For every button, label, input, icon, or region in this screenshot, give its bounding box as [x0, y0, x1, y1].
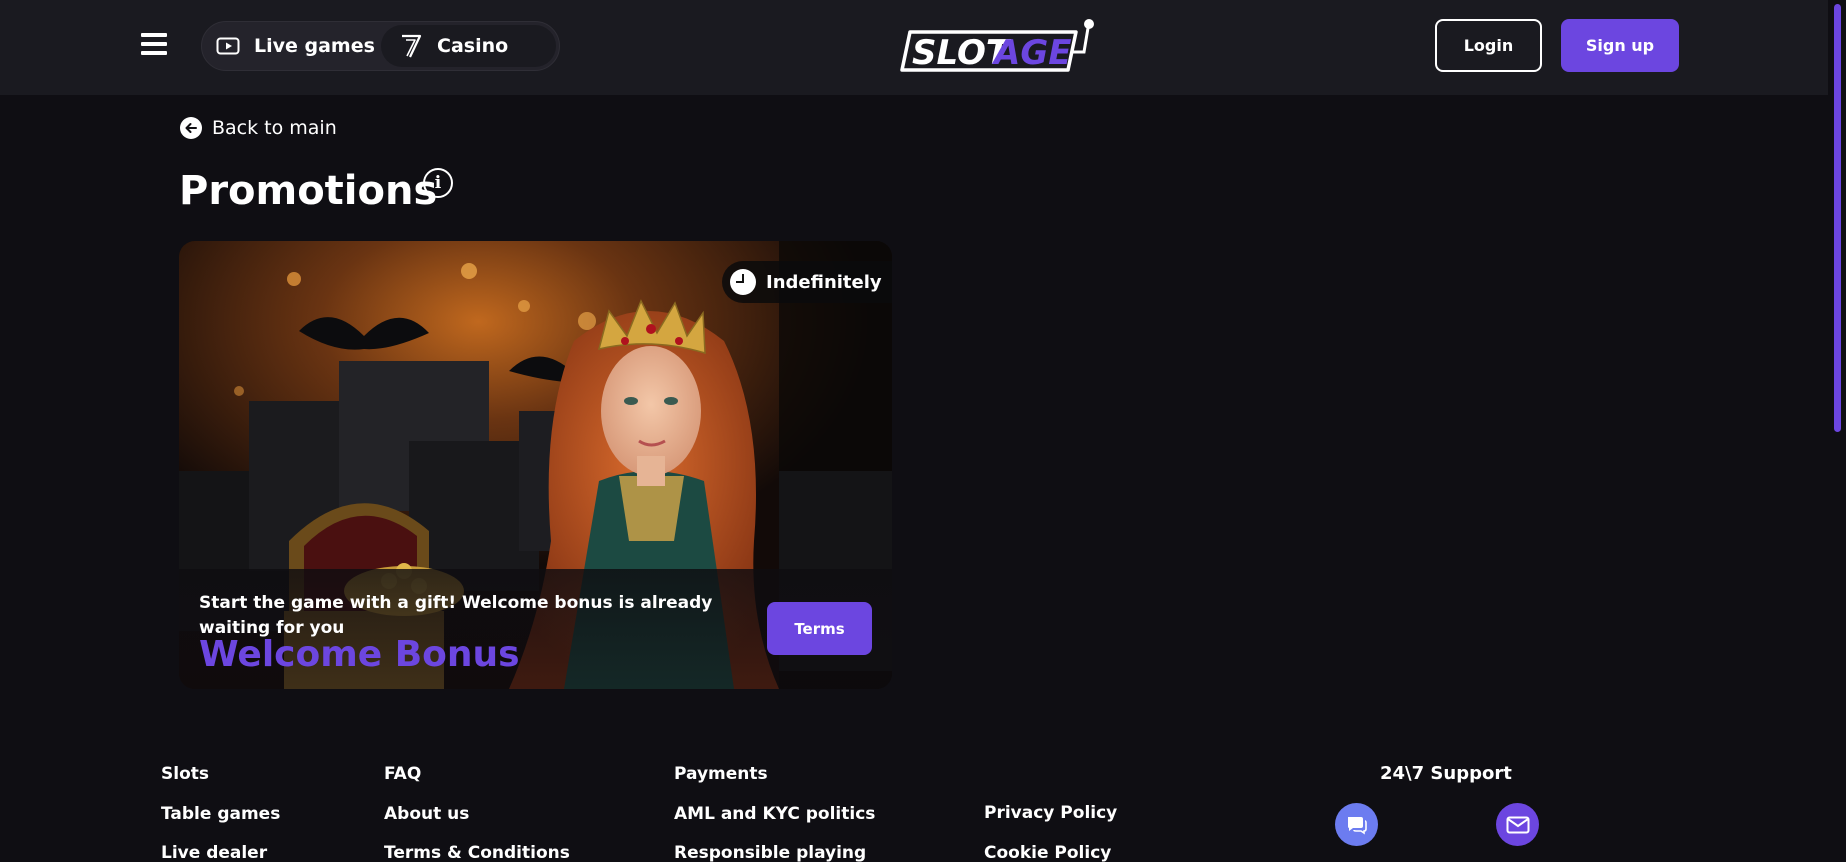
top-header: Live games Casino SLOT AGE Login Sign up — [0, 0, 1828, 95]
tab-casino-label: Casino — [437, 35, 509, 57]
footer-link-live-dealer[interactable]: Live dealer — [161, 843, 280, 862]
footer-link-payments[interactable]: Payments — [674, 764, 875, 804]
promo-title: Welcome Bonus — [199, 634, 520, 675]
footer-column-payments: Payments AML and KYC politics Responsibl… — [674, 764, 875, 862]
back-to-main-label: Back to main — [212, 117, 337, 139]
scrollbar-thumb[interactable] — [1834, 4, 1841, 432]
footer-column-policies: Privacy Policy Cookie Policy — [984, 803, 1117, 862]
footer-link-privacy-policy[interactable]: Privacy Policy — [984, 803, 1117, 843]
mail-icon[interactable] — [1496, 803, 1539, 846]
footer-link-table-games[interactable]: Table games — [161, 804, 280, 844]
footer-link-responsible-playing[interactable]: Responsible playing — [674, 843, 875, 862]
hamburger-menu-icon[interactable] — [141, 33, 167, 55]
signup-button[interactable]: Sign up — [1561, 19, 1679, 72]
page-title: Promotions — [179, 168, 438, 214]
play-video-icon — [216, 37, 240, 55]
promo-card[interactable]: Indefinitely Start the game with a gift!… — [179, 241, 892, 689]
footer-column-games: Slots Table games Live dealer — [161, 764, 280, 862]
info-icon[interactable]: i — [423, 168, 453, 198]
support-title: 24\7 Support — [1380, 763, 1512, 784]
login-button[interactable]: Login — [1435, 19, 1542, 72]
tab-live-games[interactable]: Live games — [216, 25, 386, 67]
logo-text-age: AGE — [991, 33, 1071, 73]
seven-slot-icon — [399, 33, 423, 59]
footer-link-faq[interactable]: FAQ — [384, 764, 570, 804]
back-to-main-link[interactable]: Back to main — [180, 116, 337, 140]
footer-column-info: FAQ About us Terms & Conditions — [384, 764, 570, 862]
arrow-left-circle-icon — [180, 117, 202, 139]
footer-link-aml-kyc[interactable]: AML and KYC politics — [674, 804, 875, 844]
footer-link-slots[interactable]: Slots — [161, 764, 280, 804]
duration-label: Indefinitely — [766, 271, 882, 293]
footer-link-cookie-policy[interactable]: Cookie Policy — [984, 843, 1117, 862]
mode-switch: Live games Casino — [201, 21, 560, 71]
terms-button[interactable]: Terms — [767, 602, 872, 655]
footer-link-terms[interactable]: Terms & Conditions — [384, 843, 570, 862]
slotage-logo[interactable]: SLOT AGE — [898, 18, 1098, 74]
tab-casino[interactable]: Casino — [381, 25, 556, 67]
footer-link-about-us[interactable]: About us — [384, 804, 570, 844]
tab-live-games-label: Live games — [254, 35, 375, 57]
duration-badge: Indefinitely — [722, 261, 892, 303]
chat-icon[interactable] — [1335, 803, 1378, 846]
clock-icon — [730, 269, 756, 295]
